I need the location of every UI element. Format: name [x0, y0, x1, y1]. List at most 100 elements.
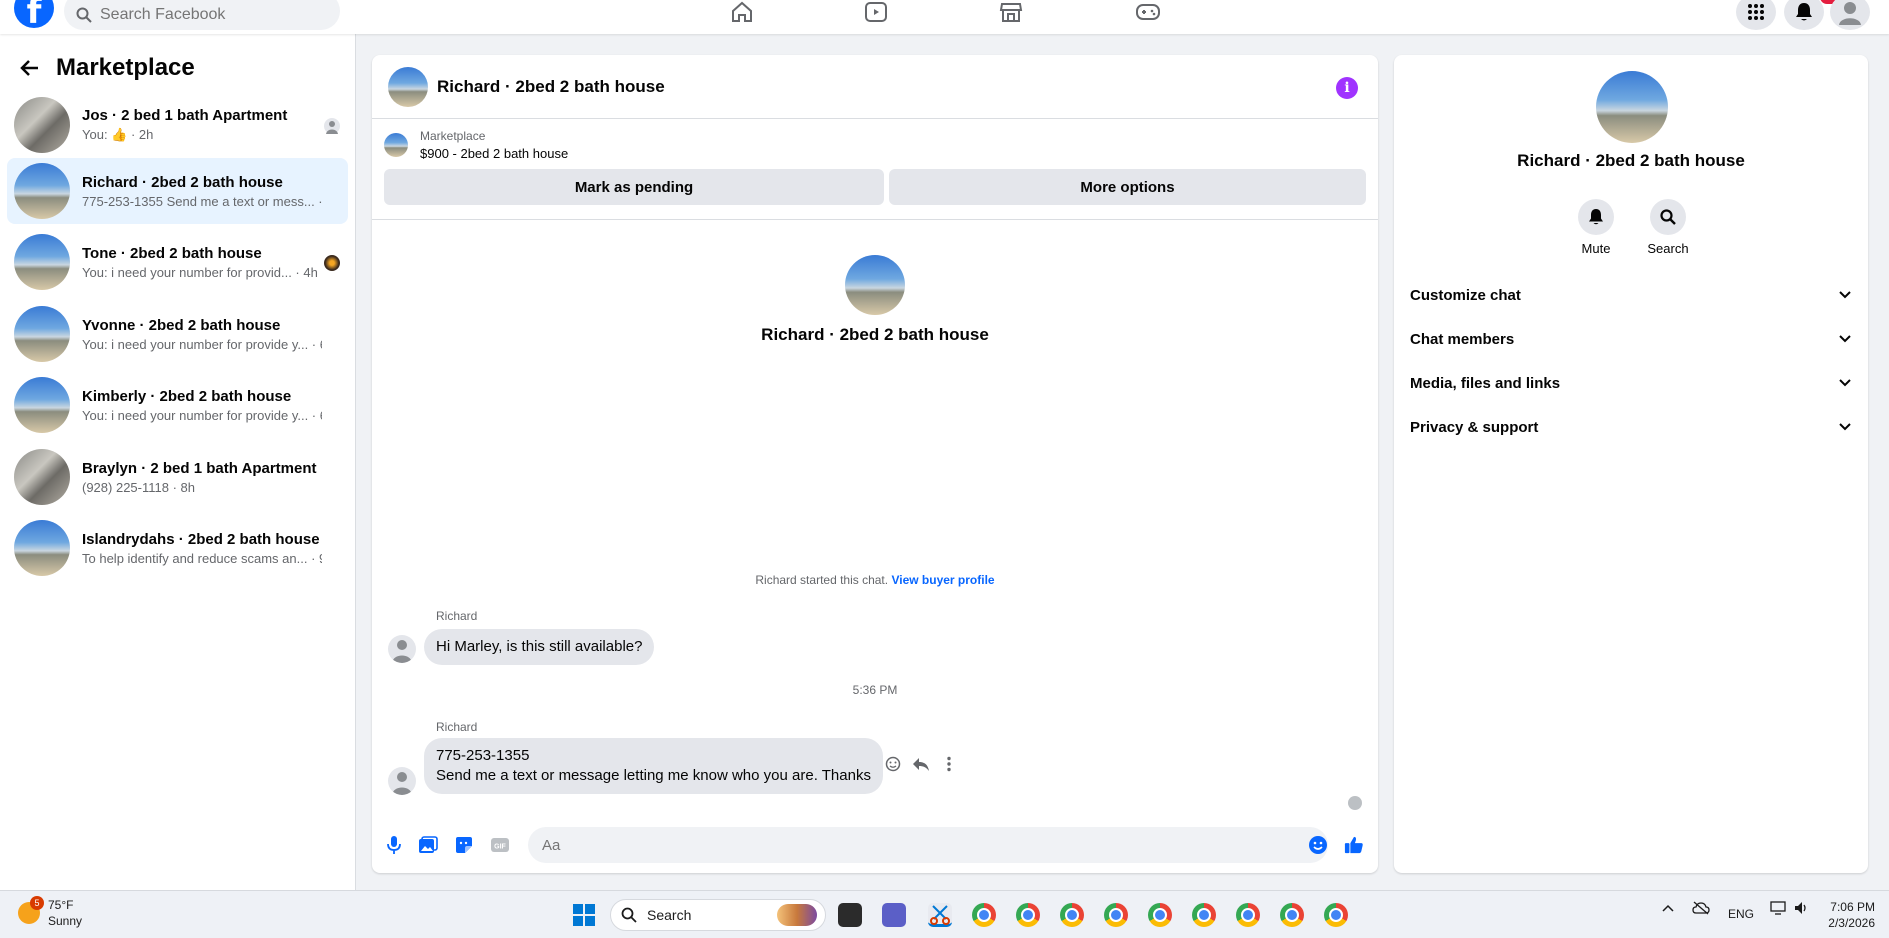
chrome-icon[interactable] [972, 903, 996, 927]
conversation-item[interactable]: Jos · 2 bed 1 bath Apartment You: 👍 · 2h [7, 92, 348, 158]
conversation-title: Jos · 2 bed 1 bath Apartment [82, 107, 288, 124]
weather-badge: 5 [30, 896, 44, 910]
language-indicator[interactable]: ENG [1728, 907, 1754, 921]
search-icon [76, 7, 92, 23]
seen-avatar [1348, 796, 1362, 810]
top-navigation-bar: f [0, 0, 1889, 34]
privacy-support-row[interactable]: Privacy & support [1410, 409, 1852, 445]
chevron-up-icon[interactable] [1662, 901, 1674, 915]
info-icon[interactable]: i [1336, 77, 1358, 99]
sticker-icon[interactable] [454, 835, 474, 855]
conversation-title: Tone · 2bed 2 bath house [82, 244, 262, 262]
conversation-item[interactable]: Islandrydahs · 2bed 2 bath house To help… [7, 515, 348, 581]
profile-avatar[interactable] [1830, 0, 1870, 30]
chat-members-row[interactable]: Chat members [1410, 321, 1852, 357]
sender-avatar[interactable] [388, 635, 416, 663]
chat-avatar[interactable] [388, 66, 428, 107]
bell-icon[interactable] [1784, 0, 1824, 30]
row-label: Media, files and links [1410, 374, 1561, 392]
chrome-profile-icon[interactable] [1060, 903, 1084, 927]
volume-icon[interactable] [1794, 901, 1810, 918]
video-icon[interactable] [862, 0, 890, 24]
menu-grid-icon[interactable] [1736, 0, 1776, 30]
mark-as-pending-button[interactable]: Mark as pending [384, 169, 884, 205]
conversation-preview: You: i need your number for provide y...… [82, 336, 322, 352]
mute-button[interactable]: Mute [1566, 199, 1626, 256]
taskbar-search-label: Search [647, 907, 692, 923]
listing-thumbnail [14, 306, 70, 362]
profile-photo[interactable] [845, 255, 905, 315]
chrome-profile-icon[interactable] [1324, 903, 1348, 927]
back-arrow-icon[interactable] [18, 56, 42, 80]
conversation-item-selected[interactable]: Richard · 2bed 2 bath house 775-253-1355… [7, 158, 348, 224]
thumbs-up-icon[interactable] [1344, 835, 1364, 855]
weather-widget[interactable]: 5 75°F Sunny [18, 896, 82, 929]
profile-name: Richard · 2bed 2 bath house [761, 325, 989, 344]
cloud-offline-icon[interactable] [1692, 901, 1710, 918]
details-profile-photo[interactable] [1596, 71, 1668, 143]
home-icon[interactable] [728, 0, 756, 24]
more-vertical-icon[interactable] [940, 755, 958, 773]
chrome-profile-icon[interactable] [1148, 903, 1172, 927]
conversation-preview: You: 👍 · 2h [82, 127, 154, 142]
chevron-down-icon [1839, 423, 1851, 431]
chrome-profile-icon[interactable] [1016, 903, 1040, 927]
photo-attach-icon[interactable] [418, 835, 438, 855]
view-buyer-profile-link[interactable]: View buyer profile [891, 573, 994, 587]
conversation-preview: 775-253-1355 Send me a text or mess... ·… [82, 193, 322, 209]
read-receipt-avatar [324, 118, 340, 134]
conversation-item[interactable]: Tone · 2bed 2 bath house You: i need you… [7, 229, 348, 295]
react-emoji-icon[interactable] [884, 755, 902, 773]
network-icon[interactable] [1770, 901, 1786, 918]
chat-started-text: Richard started this chat. [755, 573, 889, 587]
conversation-item[interactable]: Yvonne · 2bed 2 bath house You: i need y… [7, 301, 348, 367]
emoji-icon[interactable] [1308, 835, 1328, 855]
listing-price-title[interactable]: $900 - 2bed 2 bath house [420, 146, 568, 161]
time-separator: 5:36 PM [852, 683, 898, 697]
more-options-button[interactable]: More options [889, 169, 1366, 205]
conversation-item[interactable]: Braylyn · 2 bed 1 bath Apartment (928) 2… [7, 444, 348, 510]
search-icon [621, 907, 637, 923]
row-label: Privacy & support [1410, 418, 1539, 436]
chrome-profile-icon[interactable] [1192, 903, 1216, 927]
customize-chat-row[interactable]: Customize chat [1410, 277, 1852, 313]
system-clock[interactable]: 7:06 PM 2/3/2026 [1828, 899, 1875, 931]
sender-avatar[interactable] [388, 767, 416, 795]
message-input[interactable] [528, 827, 1328, 863]
search-in-chat-button[interactable]: Search [1638, 199, 1698, 256]
chevron-down-icon [1839, 291, 1851, 299]
chat-panel: Richard · 2bed 2 bath house i Marketplac… [372, 55, 1378, 873]
facebook-logo[interactable]: f [14, 0, 54, 32]
search-icon [1650, 199, 1686, 235]
conversation-preview: You: i need your number for provide y...… [82, 407, 322, 423]
chat-title[interactable]: Richard · 2bed 2 bath house [437, 77, 665, 97]
facebook-search-box[interactable] [64, 0, 340, 30]
gaming-icon[interactable] [1134, 0, 1162, 24]
taskbar-search[interactable]: Search [610, 899, 826, 931]
chrome-profile-icon[interactable] [1236, 903, 1260, 927]
chrome-profile-icon[interactable] [1104, 903, 1128, 927]
conversation-title: Islandrydahs · 2bed 2 bath house [82, 530, 320, 548]
file-explorer-icon[interactable] [838, 903, 862, 927]
sidebar-header: Marketplace [18, 54, 195, 82]
teams-icon[interactable] [882, 903, 906, 927]
marketplace-icon[interactable] [997, 0, 1025, 24]
listing-thumbnail [14, 520, 70, 576]
windows-start-icon[interactable] [572, 903, 596, 927]
conversation-preview: (928) 225-1118 · 8h [82, 479, 195, 495]
conversation-item[interactable]: Kimberly · 2bed 2 bath house You: i need… [7, 372, 348, 438]
message-bubble[interactable]: Hi Marley, is this still available? [424, 629, 655, 665]
microphone-icon[interactable] [384, 835, 404, 855]
page-title: Marketplace [56, 54, 195, 81]
listing-thumbnail [14, 97, 70, 153]
facebook-search-input[interactable] [100, 6, 320, 24]
clock-date: 2/3/2026 [1828, 916, 1875, 930]
conversation-title: Yvonne · 2bed 2 bath house [82, 316, 281, 334]
snipping-tool-icon[interactable] [928, 903, 952, 927]
reply-icon[interactable] [912, 755, 930, 773]
message-bubble[interactable]: 775-253-1355 Send me a text or message l… [424, 738, 883, 794]
gif-icon[interactable]: GIF [490, 835, 510, 855]
media-files-links-row[interactable]: Media, files and links [1410, 365, 1852, 401]
listing-thumbnail[interactable] [384, 133, 408, 157]
chrome-profile-icon[interactable] [1280, 903, 1304, 927]
